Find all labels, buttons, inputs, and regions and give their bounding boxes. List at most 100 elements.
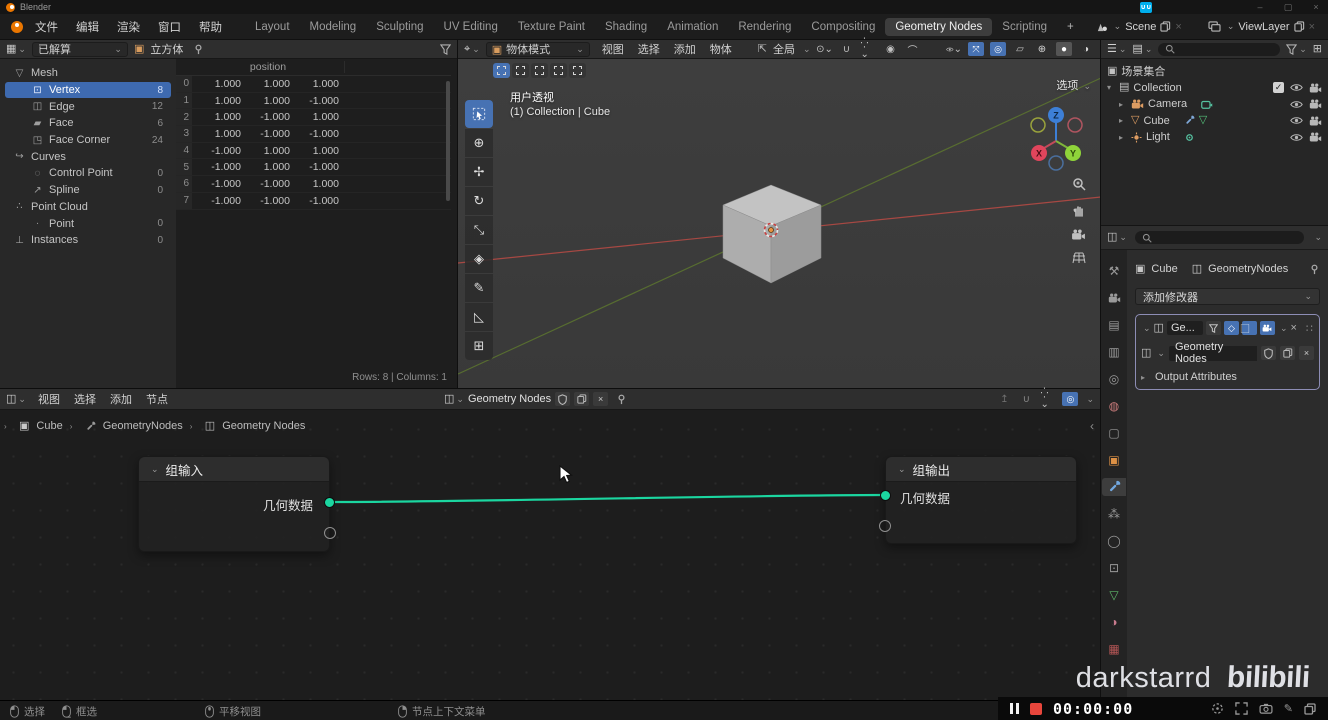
breadcrumb-object[interactable]: Cube	[1151, 263, 1177, 275]
collection-row[interactable]: ▾ ▤ Collection ✓	[1101, 80, 1328, 97]
new-collection-icon[interactable]: ⊞	[1313, 43, 1322, 55]
show-in-editmode-funnel-icon[interactable]	[1205, 321, 1221, 335]
tab-rendering[interactable]: Rendering	[728, 18, 801, 36]
node-group-name-field[interactable]: Geometry Nodes	[1168, 341, 1257, 365]
collapse-chevron-icon[interactable]: ⌄	[1143, 323, 1151, 334]
hide-eye-icon[interactable]	[1290, 133, 1303, 142]
node-tree-icon[interactable]: ◫ ⌄	[444, 393, 464, 405]
options-dropdown[interactable]: 选项 ⌄	[1056, 77, 1091, 93]
menu-add[interactable]: 添加	[668, 41, 702, 57]
proportional-edit-icon[interactable]: ◉	[883, 42, 899, 56]
menu-select[interactable]: 选择	[68, 391, 102, 407]
geometry-node-editor[interactable]: ◫ ⌄ 视图 选择 添加 节点 ◫ ⌄ Geometry Nodes × ↥ ∪ ⁛…	[0, 388, 1100, 700]
hide-eye-icon[interactable]	[1290, 116, 1303, 125]
chevron-down-icon[interactable]: ⌄	[1314, 232, 1322, 243]
display-mode-icon[interactable]: ▤ ⌄	[1132, 43, 1152, 55]
menu-window[interactable]: 窗口	[149, 16, 190, 38]
output-attributes-section[interactable]: ▸ Output Attributes	[1141, 371, 1314, 383]
collapse-chevron-icon[interactable]: ⌄	[151, 464, 159, 475]
tab-output[interactable]: ▤	[1102, 316, 1126, 334]
properties-editor-icon[interactable]: ◫ ⌄	[1107, 232, 1127, 243]
ortho-grid-icon[interactable]	[1071, 252, 1086, 264]
tab-texture[interactable]: ▦	[1102, 640, 1126, 658]
scene-collection-row[interactable]: ▣ 场景集合	[1101, 63, 1328, 80]
orientation-label[interactable]: 全局	[773, 41, 795, 57]
mode-dropdown[interactable]: ▣ 物体模式 ⌄	[485, 41, 590, 57]
table-row[interactable]: 4 -1.000 1.000 1.000	[176, 142, 451, 160]
checkbox-checked-icon[interactable]: ✓	[1273, 82, 1284, 94]
modifier-name-field[interactable]: Ge...	[1166, 321, 1203, 335]
cube-row[interactable]: ▸ ▽ Cube ▽	[1101, 113, 1328, 130]
tree-item-vertex[interactable]: ⊡ Vertex 8	[5, 81, 171, 99]
snap-target-icon[interactable]: ⁛⌄	[1040, 388, 1056, 410]
menu-view[interactable]: 视图	[596, 41, 630, 57]
move-tool[interactable]: ✢	[465, 158, 493, 186]
region-select-icon[interactable]	[1211, 702, 1224, 715]
show-overlays-toggle[interactable]: ◎	[1062, 392, 1079, 406]
xray-toggle[interactable]: ▱	[1012, 42, 1028, 56]
tree-item-control-point[interactable]: ◌ Control Point 0	[5, 165, 171, 182]
tab-particles[interactable]: ⁂	[1102, 505, 1126, 523]
tree-item-face[interactable]: ▰ Face 6	[5, 115, 171, 132]
group-output-node[interactable]: ⌄ 组输出 几何数据	[879, 456, 1077, 544]
window-mode-icon[interactable]	[1304, 702, 1316, 715]
breadcrumb-modifier[interactable]: GeometryNodes	[1208, 263, 1288, 275]
tab-world[interactable]: ◍	[1102, 397, 1126, 415]
show-gizmo-toggle[interactable]: ⤧	[968, 42, 984, 56]
tab-constraints[interactable]: ⊡	[1102, 559, 1126, 577]
tab-uv-editing[interactable]: UV Editing	[434, 18, 508, 36]
menu-help[interactable]: 帮助	[190, 16, 231, 38]
screenshot-camera-icon[interactable]	[1259, 703, 1273, 714]
resize-icon[interactable]	[1235, 702, 1248, 715]
table-row[interactable]: 6 -1.000 -1.000 1.000	[176, 176, 451, 193]
chevron-down-icon[interactable]: ⌄	[1157, 348, 1165, 359]
add-workspace-button[interactable]: +	[1057, 18, 1084, 36]
collapse-chevron-icon[interactable]: ⌄	[898, 464, 906, 475]
show-overlays-toggle[interactable]: ◎	[990, 42, 1006, 56]
pin-icon[interactable]	[616, 394, 627, 405]
disable-render-icon[interactable]	[1309, 83, 1322, 93]
copy-icon[interactable]	[574, 392, 590, 406]
tree-item-instances[interactable]: ⊥ Instances 0	[5, 232, 171, 249]
tab-object[interactable]: ▣	[1102, 451, 1126, 469]
pin-icon[interactable]	[1309, 264, 1320, 275]
scrollbar[interactable]	[446, 81, 450, 201]
table-row[interactable]: 7 -1.000 -1.000 -1.000	[176, 192, 451, 210]
pin-icon[interactable]	[193, 44, 204, 55]
region-collapse-icon[interactable]: ‹	[1090, 419, 1094, 433]
menu-object[interactable]: 物体	[704, 41, 738, 57]
node-tree-name[interactable]: Geometry Nodes	[468, 393, 551, 405]
copy-icon[interactable]	[1280, 346, 1295, 360]
group-input-header[interactable]: ⌄ 组输入	[139, 457, 329, 482]
tree-item-point-cloud[interactable]: ∴ Point Cloud	[5, 199, 171, 216]
select-box-tool[interactable]	[465, 100, 493, 128]
tree-item-edge[interactable]: ◫ Edge 12	[5, 98, 171, 115]
tab-modeling[interactable]: Modeling	[300, 18, 367, 36]
tab-tool[interactable]: ⚒	[1102, 262, 1126, 280]
tree-item-face-corner[interactable]: ◳ Face Corner 24	[5, 132, 171, 149]
disclosure-closed-icon[interactable]: ▸	[1119, 116, 1127, 125]
disable-render-icon[interactable]	[1309, 132, 1322, 142]
zoom-icon[interactable]	[1071, 177, 1086, 191]
virtual-output-socket[interactable]	[324, 527, 336, 539]
disable-render-icon[interactable]	[1309, 116, 1322, 126]
maximize-button[interactable]: ▢	[1282, 2, 1294, 13]
geometry-input-socket[interactable]	[880, 490, 891, 501]
menu-render[interactable]: 渲染	[108, 16, 149, 38]
visibility-dropdown-icon[interactable]: ⌄	[946, 42, 962, 56]
hide-eye-icon[interactable]	[1290, 83, 1303, 92]
tab-sculpting[interactable]: Sculpting	[366, 18, 433, 36]
display-on-cage-toggle[interactable]: ◇	[1223, 321, 1239, 335]
group-input-node[interactable]: ⌄ 组输入 几何数据	[138, 456, 336, 552]
breadcrumb-object[interactable]: Cube	[36, 420, 62, 432]
data-source-dropdown[interactable]: 已解算 ⌄	[31, 41, 128, 57]
filter-icon[interactable]	[440, 43, 451, 55]
menu-add[interactable]: 添加	[104, 391, 138, 407]
scene-selector[interactable]: ⌄ Scene ×	[1090, 20, 1187, 34]
tree-item-spline[interactable]: ↗ Spline 0	[5, 182, 171, 199]
go-parent-tree-icon[interactable]: ↥	[996, 392, 1012, 406]
blender-menu-icon[interactable]	[8, 20, 26, 33]
unlink-icon[interactable]: ×	[593, 392, 609, 406]
unlink-icon[interactable]: ×	[1299, 346, 1314, 360]
viewport-editor-icon[interactable]: ⌖ ⌄	[464, 43, 480, 55]
